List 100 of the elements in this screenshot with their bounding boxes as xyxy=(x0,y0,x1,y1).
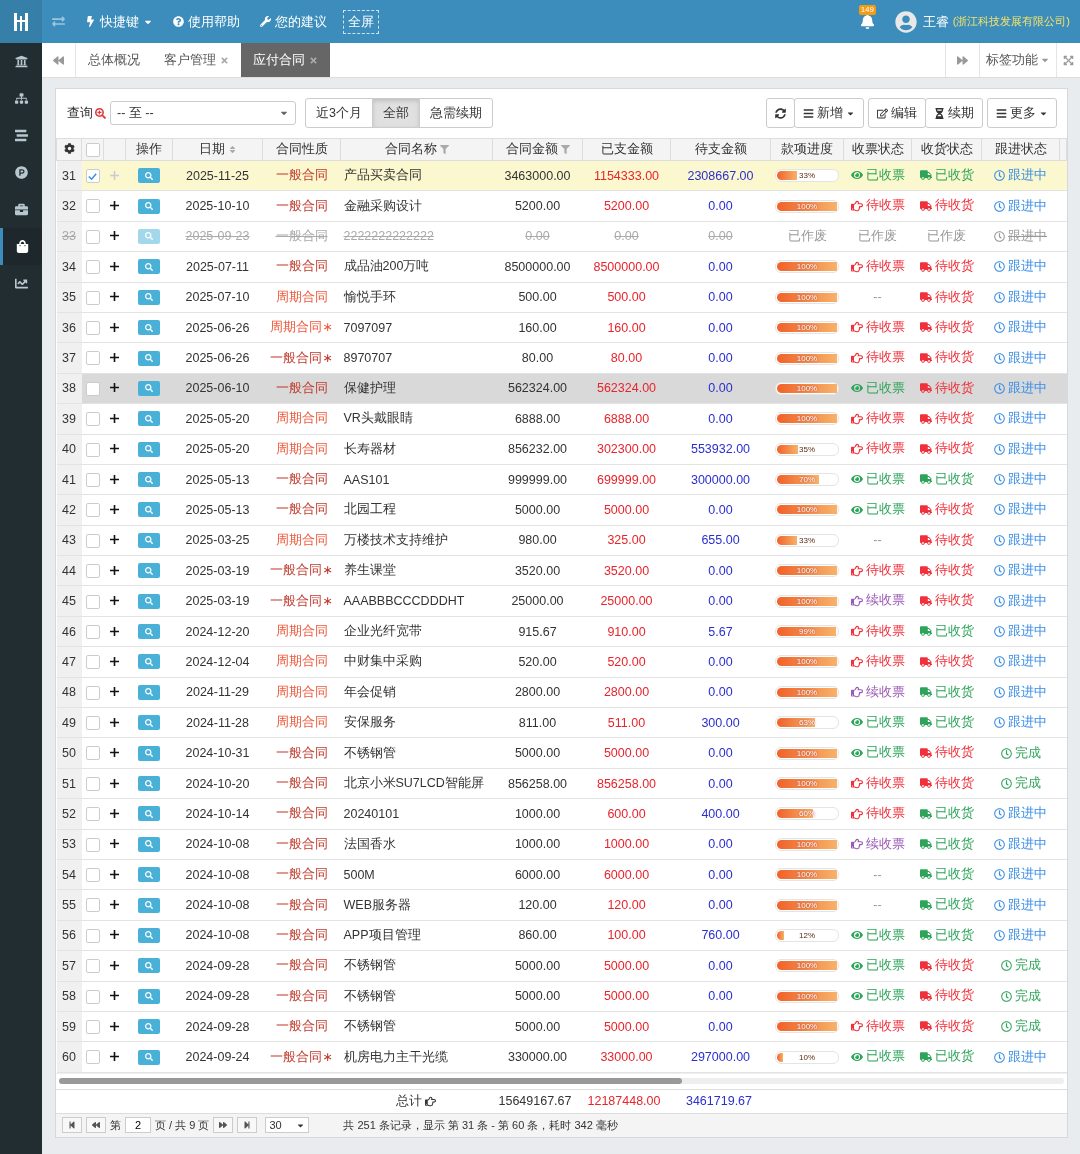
more-button[interactable]: 更多 xyxy=(987,98,1057,128)
column-header[interactable]: 收货状态 xyxy=(911,138,982,161)
select-all-checkbox[interactable] xyxy=(85,142,100,157)
table-row[interactable]: 57 2024-09-28 一般合同 不锈钢管 5000.00 5000.00 0.00 100% 已收票 待收货 完成 xyxy=(56,950,1067,982)
expand-icon[interactable] xyxy=(110,656,119,666)
view-button[interactable] xyxy=(138,745,160,761)
table-row[interactable]: 36 2025-06-26 周期合同∗ 7097097 160.00 160.00 0.00 100% 待收票 待收货 跟进中 xyxy=(56,312,1067,343)
table-row[interactable]: 31 2025-11-25 一般合同 产品买卖合同 3463000.00 1154333.00 2308667.00 33% 已收票 已收货 跟进中 xyxy=(56,160,1067,191)
row-checkbox[interactable] xyxy=(85,776,100,791)
expand-icon[interactable] xyxy=(110,991,119,1001)
view-button[interactable] xyxy=(138,684,160,700)
view-button[interactable] xyxy=(138,350,160,366)
view-button[interactable] xyxy=(138,927,160,943)
sort-icon[interactable] xyxy=(227,145,237,154)
expand-icon[interactable] xyxy=(110,444,119,454)
sidebar-item[interactable] xyxy=(0,228,42,265)
expand-icon[interactable] xyxy=(110,505,119,514)
table-row[interactable]: 44 2025-03-19 一般合同∗ 养生课堂 3520.00 3520.00 0.00 100% 待收票 待收货 跟进中 xyxy=(56,555,1067,586)
table-row[interactable]: 49 2024-11-28 周期合同 安保服务 811.00 511.00 300.00 63% 已收票 已收货 跟进中 xyxy=(56,707,1067,738)
expand-icon[interactable] xyxy=(110,383,119,393)
expand-icon[interactable] xyxy=(110,201,119,211)
view-button[interactable] xyxy=(138,776,160,791)
expand-icon[interactable] xyxy=(110,687,119,697)
view-button[interactable] xyxy=(138,806,160,822)
menu-button[interactable]: 快捷键 xyxy=(81,10,157,33)
row-checkbox[interactable] xyxy=(85,746,100,761)
expand-icon[interactable] xyxy=(110,474,119,484)
tab[interactable]: 总体概况 xyxy=(76,43,152,77)
next-page-button[interactable] xyxy=(213,1117,234,1134)
table-row[interactable]: 40 2025-05-20 周期合同 长寿器材 856232.00 302300.00 553932.00 35% 待收票 待收货 跟进中 xyxy=(56,434,1067,465)
view-button[interactable] xyxy=(138,168,160,184)
table-row[interactable]: 56 2024-10-08 一般合同 APP项目管理 860.00 100.00 760.00 12% 已收票 已收货 跟进中 xyxy=(56,920,1067,951)
avatar-icon[interactable] xyxy=(894,10,917,33)
column-header[interactable]: 已支金额 xyxy=(582,138,671,161)
row-checkbox[interactable] xyxy=(85,442,100,457)
expand-icon[interactable] xyxy=(110,231,119,241)
expand-icon[interactable] xyxy=(110,292,119,302)
tab[interactable]: 应付合同 xyxy=(241,43,330,77)
view-button[interactable] xyxy=(138,1049,160,1065)
expand-icon[interactable] xyxy=(110,565,119,575)
table-row[interactable]: 45 2025-03-19 一般合同∗ AAABBBCCCDDDHT 25000.00 25000.00 0.00 100% 续收票 待收货 跟进中 xyxy=(56,585,1067,617)
close-icon[interactable] xyxy=(220,55,229,65)
view-button[interactable] xyxy=(138,228,160,244)
user-name[interactable]: 王睿 xyxy=(922,12,949,31)
table-row[interactable]: 35 2025-07-10 周期合同 愉悦手环 500.00 500.00 0.00 100% -- 待收货 跟进中 xyxy=(56,282,1067,313)
view-button[interactable] xyxy=(138,836,160,852)
expand-icon[interactable] xyxy=(110,960,119,970)
row-checkbox[interactable] xyxy=(85,321,100,335)
row-checkbox[interactable] xyxy=(85,807,100,822)
column-header[interactable]: 收票状态 xyxy=(843,138,912,161)
view-button[interactable] xyxy=(138,715,160,731)
fullscreen-button[interactable]: 全屏 xyxy=(343,9,379,34)
page-size-select[interactable]: 30 xyxy=(265,1117,310,1134)
view-button[interactable] xyxy=(138,867,160,883)
view-button[interactable] xyxy=(138,320,160,336)
view-button[interactable] xyxy=(138,472,160,488)
table-row[interactable]: 41 2025-05-13 一般合同 AAS101 999999.00 699999.00 300000.00 70% 已收票 已收货 跟进中 xyxy=(56,464,1067,495)
row-checkbox[interactable] xyxy=(85,169,100,184)
row-checkbox[interactable] xyxy=(85,472,100,487)
row-checkbox[interactable] xyxy=(85,594,100,609)
period-button[interactable]: 近3个月 xyxy=(305,98,373,128)
column-header[interactable]: 合同性质 xyxy=(262,138,341,161)
view-button[interactable] xyxy=(138,502,160,518)
row-checkbox[interactable] xyxy=(85,1050,100,1065)
expand-icon[interactable] xyxy=(110,413,119,423)
view-button[interactable] xyxy=(138,532,160,548)
row-checkbox[interactable] xyxy=(85,229,100,244)
table-row[interactable]: 51 2024-10-20 一般合同 北京小米SU7LCD智能屏 856258.00 856258.00 0.00 100% 待收票 待收货 完成 xyxy=(56,768,1067,799)
row-checkbox[interactable] xyxy=(85,837,100,852)
row-checkbox[interactable] xyxy=(85,716,100,731)
row-checkbox[interactable] xyxy=(85,503,100,518)
expand-icon[interactable] xyxy=(110,900,119,910)
row-checkbox[interactable] xyxy=(85,533,100,548)
table-row[interactable]: 34 2025-07-11 一般合同 成品油200万吨 8500000.00 8500000.00 0.00 100% 待收票 待收货 跟进中 xyxy=(56,251,1067,283)
expand-icon[interactable] xyxy=(110,353,119,363)
row-checkbox[interactable] xyxy=(85,868,100,883)
row-checkbox[interactable] xyxy=(85,351,100,366)
row-checkbox[interactable] xyxy=(85,928,100,943)
row-checkbox[interactable] xyxy=(85,685,100,700)
table-row[interactable]: 53 2024-10-08 一般合同 法国香水 1000.00 1000.00 0.00 100% 续收票 已收货 跟进中 xyxy=(56,829,1067,860)
tab[interactable]: 客户管理 xyxy=(152,43,241,77)
view-button[interactable] xyxy=(138,654,160,670)
row-checkbox[interactable] xyxy=(85,959,100,974)
row-checkbox[interactable] xyxy=(85,655,100,670)
expand-icon[interactable] xyxy=(110,808,119,818)
swap-icon[interactable] xyxy=(52,15,65,28)
view-button[interactable] xyxy=(138,380,160,396)
bell-icon[interactable] xyxy=(859,14,875,29)
expand-icon[interactable] xyxy=(110,1052,119,1061)
view-button[interactable] xyxy=(138,1019,160,1035)
row-checkbox[interactable] xyxy=(85,989,100,1004)
period-button[interactable]: 全部 xyxy=(371,98,420,128)
table-row[interactable]: 60 2024-09-24 一般合同∗ 机房电力主干光缆 330000.00 33000.00 297000.00 10% 已收票 已收货 跟进中 xyxy=(56,1041,1067,1073)
column-header[interactable]: 操作 xyxy=(125,138,173,161)
row-checkbox[interactable] xyxy=(85,624,100,639)
expand-icon[interactable] xyxy=(110,596,119,606)
table-row[interactable]: 42 2025-05-13 一般合同 北园工程 5000.00 5000.00 0.00 100% 已收票 待收货 跟进中 xyxy=(56,494,1067,526)
add-button[interactable]: 新增 xyxy=(794,98,864,128)
table-row[interactable]: 38 2025-06-10 一般合同 保健护理 562324.00 562324.00 0.00 100% 已收票 待收货 跟进中 xyxy=(56,373,1067,404)
page-input[interactable]: 2 xyxy=(125,1117,151,1134)
